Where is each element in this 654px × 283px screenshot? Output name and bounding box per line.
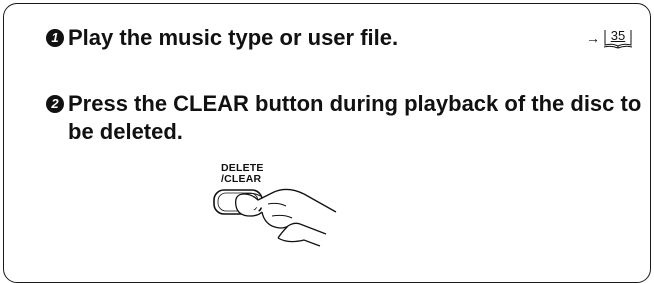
step-1-text: Play the music type or user file. — [68, 25, 399, 50]
book-icon: 35 — [603, 26, 633, 50]
page-number: 35 — [610, 28, 626, 43]
step-2-number: 2 — [46, 95, 64, 113]
step-1: 1 Play the music type or user file. — [46, 24, 398, 52]
step-2-text: Press the CLEAR button during playback o… — [68, 91, 642, 144]
step-1-number: 1 — [46, 29, 64, 47]
arrow-icon: → — [586, 30, 600, 46]
hand-pressing-button-illustration — [213, 188, 337, 247]
page-reference: → 35 — [586, 26, 633, 50]
step-2: 2 Press the CLEAR button during playback… — [46, 90, 646, 146]
